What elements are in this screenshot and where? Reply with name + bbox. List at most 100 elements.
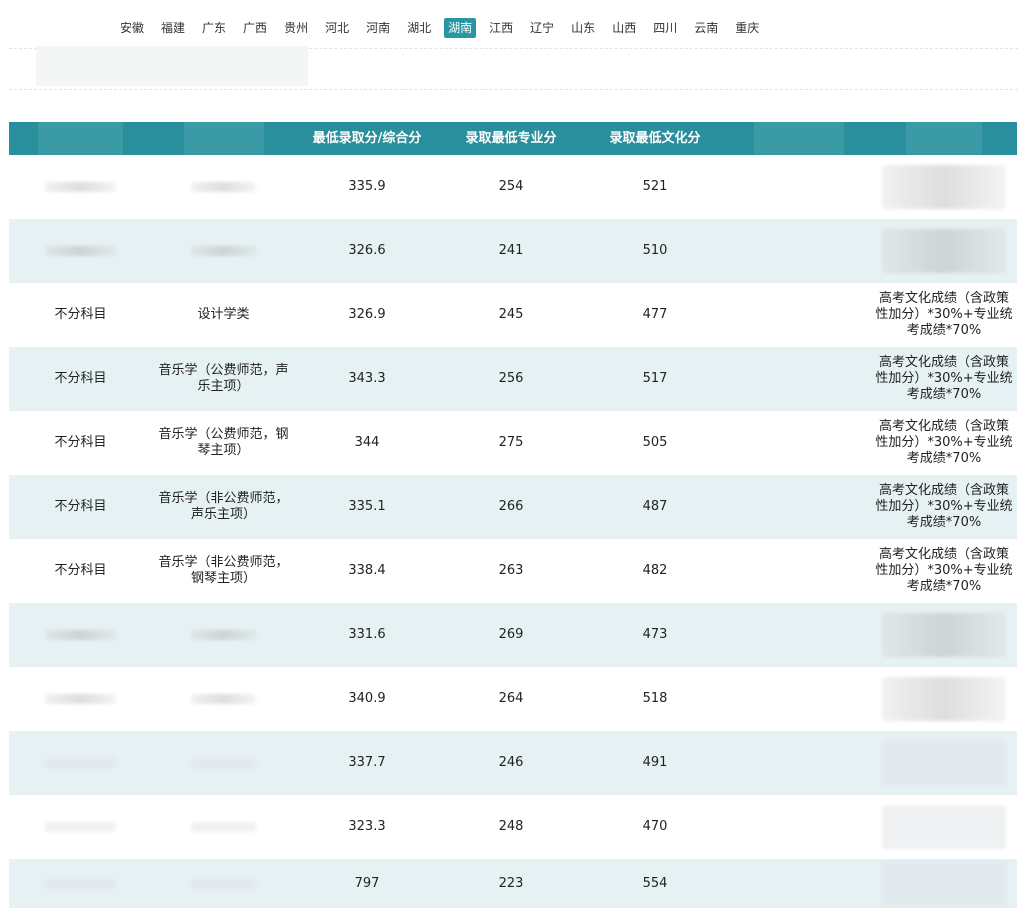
table-row: 不分科目 音乐学（非公费师范，钢琴主项） 338.4 263 482 高考文化成绩（含政策… <box>9 539 1017 603</box>
cell-min-major: 266 <box>498 499 524 514</box>
cell-major <box>152 878 295 889</box>
cell-subject <box>9 878 152 889</box>
province-tab[interactable]: 广西 <box>239 18 271 38</box>
province-tab[interactable]: 福建 <box>157 18 189 38</box>
blurred-content <box>44 822 117 832</box>
table-row: 不分科目 音乐学（非公费师范，声乐主项） 335.1 266 487 高考文化成绩（含政策… <box>9 475 1017 539</box>
cell-subject: 不分科目 <box>54 371 107 386</box>
table-row: 797 223 554 <box>9 859 1017 908</box>
cell-subject: 不分科目 <box>54 307 107 322</box>
cell-min-total: 343.3 <box>348 371 386 386</box>
blurred-content <box>44 182 117 192</box>
cell-min-culture: 487 <box>642 499 668 514</box>
cell-major: 设计学类 <box>197 307 250 322</box>
cell-min-major: 245 <box>498 307 524 322</box>
cell-min-total: 335.1 <box>348 499 386 514</box>
table-header: 最低录取分/综合分 录取最低专业分 录取最低文化分 <box>9 122 1017 155</box>
divider <box>9 89 1018 90</box>
province-tab[interactable]: 重庆 <box>731 18 763 38</box>
header-cell-subject <box>9 122 152 155</box>
header-cell-min-total: 最低录取分/综合分 <box>312 130 422 146</box>
cell-major: 音乐学（非公费师范，钢琴主项） <box>158 555 289 586</box>
blurred-content <box>44 758 117 768</box>
province-tab[interactable]: 河北 <box>321 18 353 38</box>
cell-major <box>152 822 295 832</box>
cell-min-culture: 473 <box>642 627 668 642</box>
cell-formula: 高考文化成绩（含政策性加分）*30%+专业统考成绩*70% <box>875 291 1013 338</box>
header-cell-major <box>152 122 295 155</box>
blurred-content <box>881 861 1007 906</box>
cell-subject <box>9 694 152 704</box>
cell-subject <box>9 758 152 768</box>
province-tab[interactable]: 山西 <box>608 18 640 38</box>
cell-formula <box>871 677 1017 721</box>
cell-min-total: 337.7 <box>348 755 386 770</box>
cell-min-total: 797 <box>354 875 380 891</box>
cell-subject: 不分科目 <box>54 435 107 450</box>
cell-min-culture: 505 <box>642 435 668 450</box>
cell-min-major: 269 <box>498 627 524 642</box>
header-cell-formula <box>871 122 1017 155</box>
cell-min-total: 335.9 <box>348 179 386 194</box>
cell-formula <box>871 613 1017 657</box>
table-row: 326.6 241 510 <box>9 219 1017 283</box>
blurred-content <box>881 613 1007 657</box>
table-row: 不分科目 设计学类 326.9 245 477 高考文化成绩（含政策性加分）*30%+专业… <box>9 283 1017 347</box>
province-tab[interactable]: 安徽 <box>116 18 148 38</box>
province-tab[interactable]: 广东 <box>198 18 230 38</box>
province-tab[interactable]: 江西 <box>485 18 517 38</box>
province-tab[interactable]: 河南 <box>362 18 394 38</box>
admission-score-table: 最低录取分/综合分 录取最低专业分 录取最低文化分 335.9 254 521 326… <box>9 122 1017 908</box>
header-cell-min-culture: 录取最低文化分 <box>609 130 701 146</box>
blurred-content <box>44 246 117 256</box>
cell-major: 音乐学（非公费师范，声乐主项） <box>158 491 289 522</box>
cell-formula: 高考文化成绩（含政策性加分）*30%+专业统考成绩*70% <box>875 419 1013 466</box>
province-tab[interactable]: 山东 <box>567 18 599 38</box>
blurred-content <box>190 694 257 704</box>
table-row: 不分科目 音乐学（公费师范，声乐主项） 343.3 256 517 高考文化成绩（含政策性… <box>9 347 1017 411</box>
province-tab[interactable]: 贵州 <box>280 18 312 38</box>
header-cell-blurred <box>727 122 871 155</box>
cell-subject: 不分科目 <box>54 499 107 514</box>
blurred-content <box>881 165 1007 209</box>
blurred-content <box>190 878 257 889</box>
table-row: 不分科目 音乐学（公费师范，钢琴主项） 344 275 505 高考文化成绩（含政策性加分… <box>9 411 1017 475</box>
cell-min-total: 323.3 <box>348 819 386 834</box>
cell-min-total: 326.6 <box>348 243 386 258</box>
cell-major <box>152 758 295 768</box>
table-row: 335.9 254 521 <box>9 155 1017 219</box>
cell-formula: 高考文化成绩（含政策性加分）*30%+专业统考成绩*70% <box>875 547 1013 594</box>
cell-major: 音乐学（公费师范，钢琴主项） <box>158 427 289 458</box>
cell-major <box>152 246 295 256</box>
blurred-content <box>190 246 257 256</box>
cell-min-culture: 482 <box>642 563 668 578</box>
blurred-content <box>44 878 117 889</box>
header-cell-min-major: 录取最低专业分 <box>465 130 557 146</box>
cell-major: 音乐学（公费师范，声乐主项） <box>158 363 289 394</box>
cell-min-major: 241 <box>498 243 524 258</box>
cell-min-major: 223 <box>498 875 524 891</box>
blurred-content <box>881 805 1007 849</box>
table-row: 323.3 248 470 <box>9 795 1017 859</box>
blurred-content <box>881 741 1007 785</box>
province-tab[interactable]: 辽宁 <box>526 18 558 38</box>
blurred-content <box>44 694 117 704</box>
cell-formula: 高考文化成绩（含政策性加分）*30%+专业统考成绩*70% <box>875 483 1013 530</box>
cell-min-culture: 517 <box>642 371 668 386</box>
cell-min-culture: 491 <box>642 755 668 770</box>
province-tab[interactable]: 四川 <box>649 18 681 38</box>
province-tab[interactable]: 湖南 <box>444 17 477 38</box>
cell-min-culture: 521 <box>642 179 668 194</box>
cell-min-culture: 518 <box>642 691 668 706</box>
blurred-content <box>881 229 1007 273</box>
cell-min-culture: 470 <box>642 819 668 834</box>
cell-min-major: 256 <box>498 371 524 386</box>
table-row: 337.7 246 491 <box>9 731 1017 795</box>
province-tab[interactable]: 湖北 <box>403 18 435 38</box>
cell-formula <box>871 805 1017 849</box>
table-row: 340.9 264 518 <box>9 667 1017 731</box>
cell-subject <box>9 822 152 832</box>
province-tab[interactable]: 云南 <box>690 18 722 38</box>
cell-subject <box>9 246 152 256</box>
cell-min-major: 254 <box>498 179 524 194</box>
